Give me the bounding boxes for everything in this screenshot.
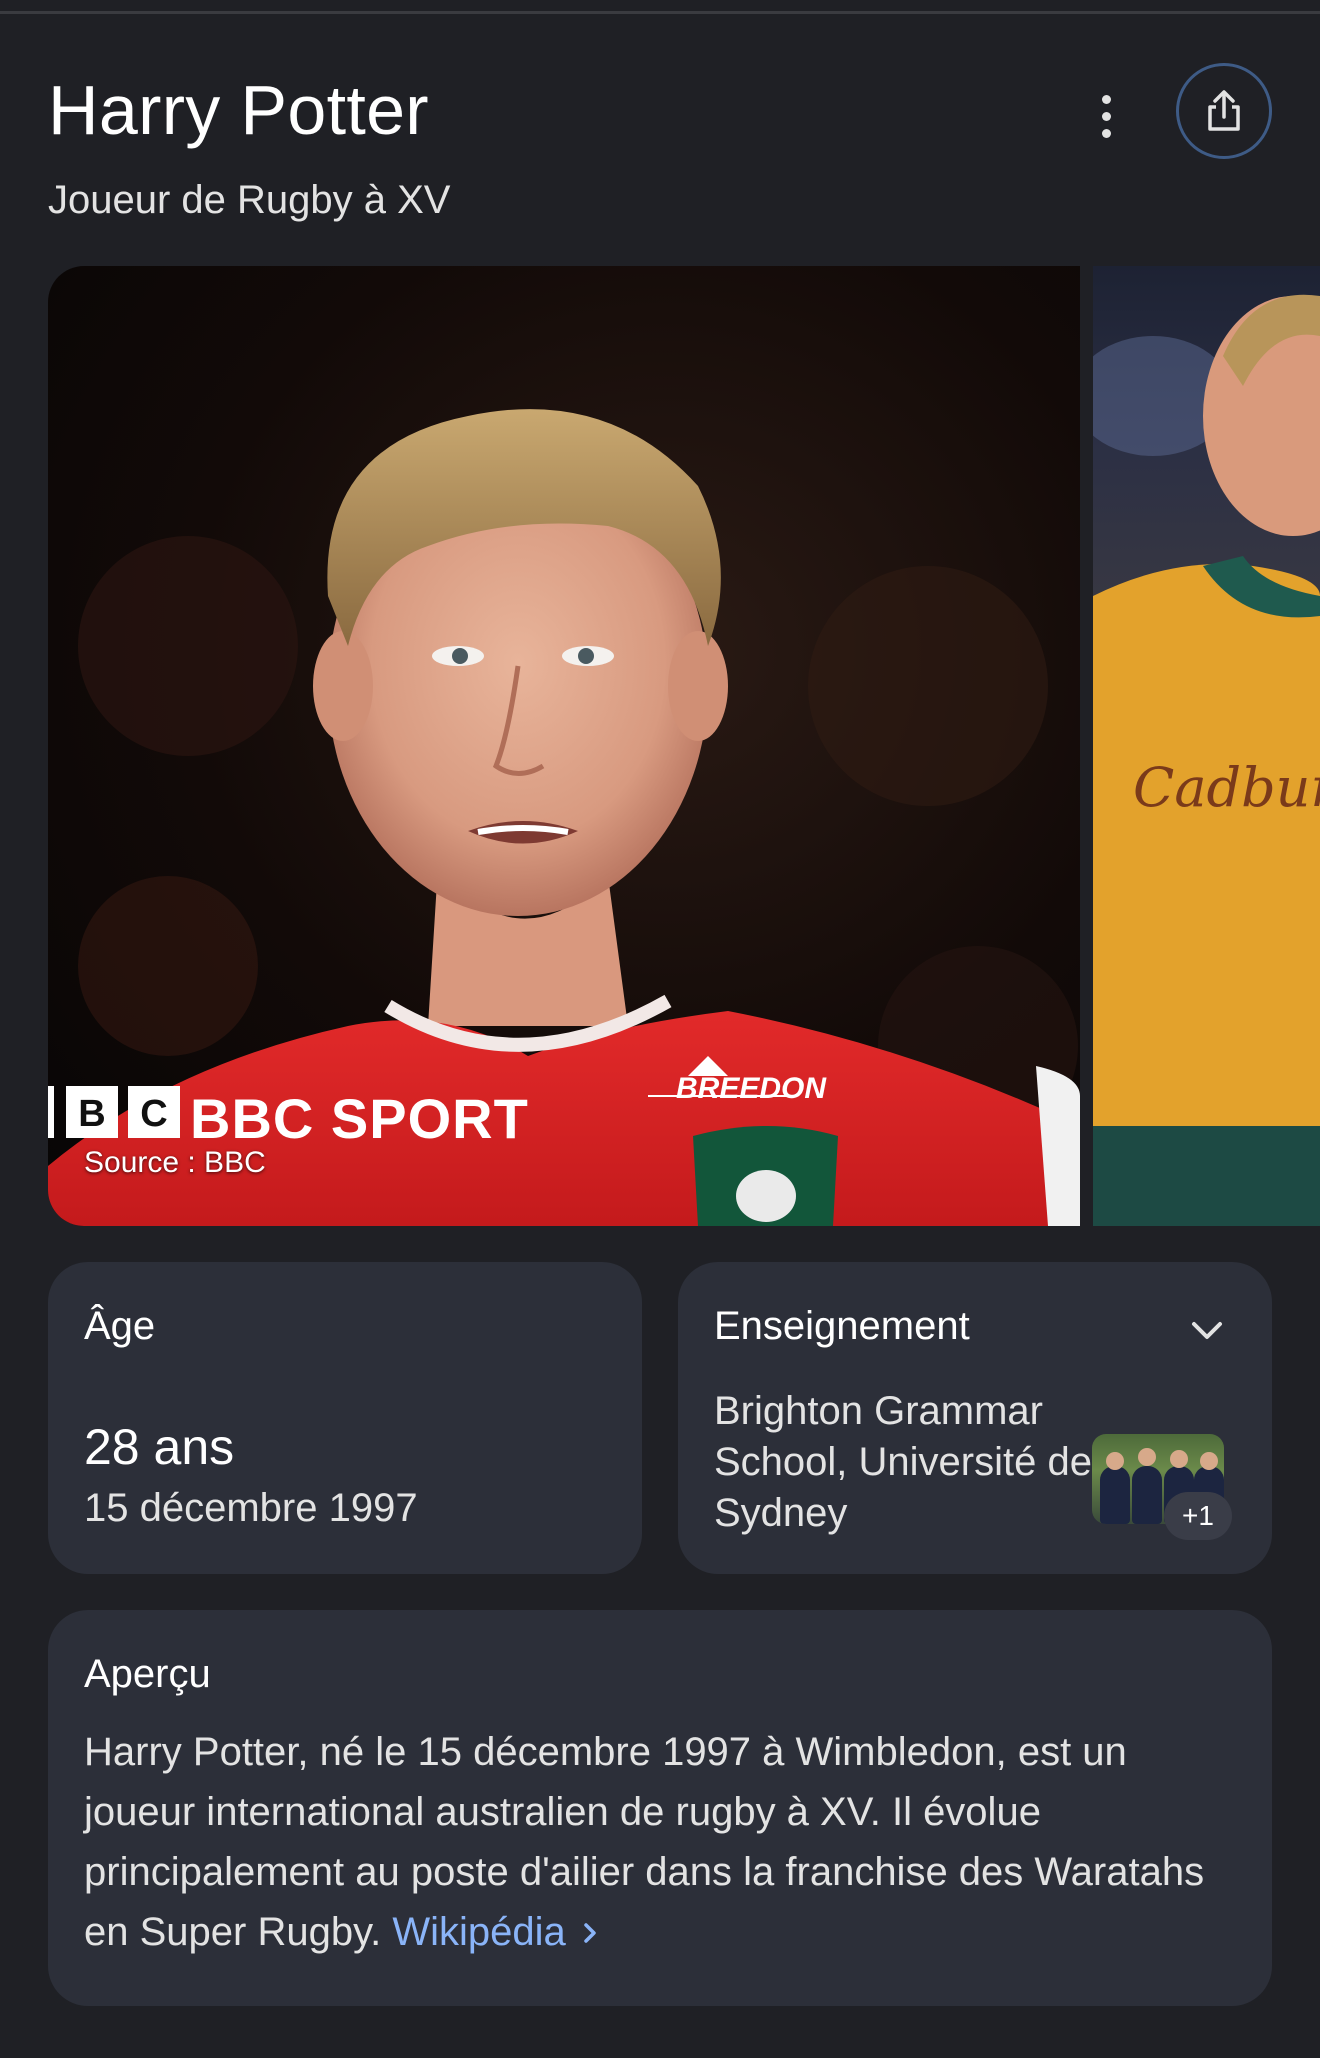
thumbnail-figure [1106,1452,1124,1470]
carousel-image-1[interactable]: B C BBC SPORT BREEDON Source : BBC [48,266,1080,1226]
overview-description: Harry Potter, né le 15 décembre 1997 à W… [84,1730,1205,1954]
player-photo: B C [48,409,1080,1226]
thumbnail-figure [1100,1466,1130,1524]
player-photo-2 [1093,294,1320,1226]
education-card[interactable]: Enseignement Brighton Grammar School, Un… [678,1262,1272,1574]
bbc-sport-brand: BBC SPORT [190,1087,529,1150]
age-value: 28 ans [84,1419,235,1475]
jersey-sponsor: BREEDON [676,1072,827,1105]
top-divider [0,0,1320,14]
more-vert-dot [1101,111,1111,121]
jersey-sponsor-2: Cadbury [1133,756,1320,819]
image-source: Source : BBC [84,1146,266,1179]
education-label: Enseignement [714,1304,970,1348]
wikipedia-link-label: Wikipédia [392,1910,566,1954]
overview-card: Aperçu Harry Potter, né le 15 décembre 1… [48,1610,1272,2006]
thumbnail-figure [1200,1452,1218,1470]
overview-label: Aperçu [84,1652,211,1696]
svg-text:B: B [78,1093,105,1135]
more-count-badge[interactable]: +1 [1164,1492,1232,1540]
wikipedia-link[interactable]: Wikipédia [392,1910,605,1954]
education-value: Brighton Grammar School, Université de S… [714,1389,1092,1535]
page-title: Harry Potter [48,71,429,149]
page-subtitle: Joueur de Rugby à XV [48,178,451,222]
birth-date: 15 décembre 1997 [84,1486,418,1530]
more-options-button[interactable] [1086,86,1126,146]
share-icon [1208,90,1240,131]
thumbnail-figure [1138,1448,1156,1466]
thumbnail-figure [1170,1450,1188,1468]
more-vert-icon [1101,94,1111,104]
carousel-image-2[interactable]: Cadbury [1093,266,1320,1226]
more-vert-dot [1101,128,1111,138]
share-button[interactable] [1176,63,1272,159]
knowledge-panel: Harry Potter Joueur de Rugby à XV B C BB… [0,0,1320,2058]
thumbnail-figure [1132,1466,1162,1524]
age-card: Âge 28 ans 15 décembre 1997 [48,1262,642,1574]
overview-text: Harry Potter, né le 15 décembre 1997 à W… [84,1722,1244,1962]
svg-text:C: C [140,1093,167,1135]
chevron-down-icon[interactable] [1184,1308,1230,1354]
age-label: Âge [84,1304,156,1348]
chevron-right-icon [584,1923,596,1943]
